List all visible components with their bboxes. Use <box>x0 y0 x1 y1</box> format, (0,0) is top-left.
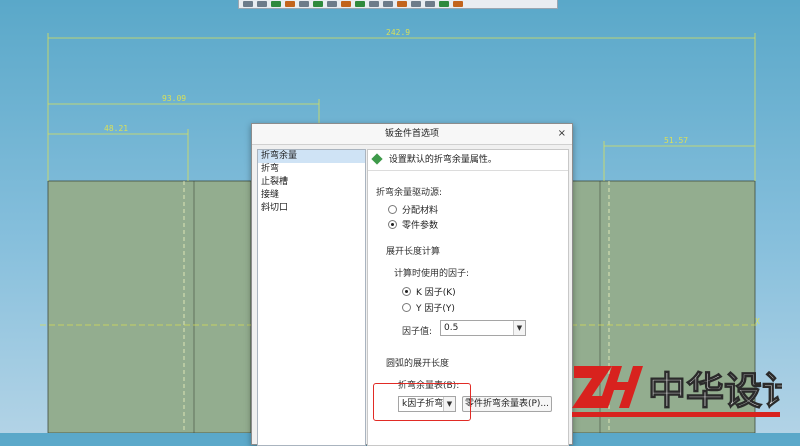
radio-label: K 因子(K) <box>416 288 456 298</box>
factor-value-label: 因子值: <box>402 327 433 337</box>
panel-header-text: 设置默认的折弯余量属性。 <box>388 155 497 165</box>
radio-label: 零件参数 <box>402 221 439 231</box>
bend-table-combo[interactable]: k因子折弯余量 ▼ <box>398 396 456 412</box>
factor-value-combo[interactable]: 0.5 ▼ <box>440 320 526 336</box>
close-icon[interactable]: × <box>558 124 566 144</box>
radio-assign-material[interactable]: 分配材料 <box>388 203 438 216</box>
radio-label: 分配材料 <box>402 206 439 216</box>
radio-button[interactable] <box>388 205 397 214</box>
chevron-down-icon[interactable]: ▼ <box>513 321 525 335</box>
nav-item-bend[interactable]: 折弯 <box>258 163 365 176</box>
logo-text: 中华设计 <box>648 369 782 413</box>
nav-item-miter-cut[interactable]: 斜切口 <box>258 202 365 215</box>
radio-y-factor[interactable]: Y 因子(Y) <box>402 301 455 314</box>
dim-mid-text[interactable]: 93.09 <box>162 94 186 103</box>
zhonghua-design-logo: 中华设计 <box>572 366 782 417</box>
dialog-title-bar[interactable]: 钣金件首选项 × <box>252 124 572 145</box>
axis-label: X <box>755 317 760 326</box>
radio-button[interactable] <box>402 303 411 312</box>
nav-item-seam[interactable]: 接缝 <box>258 189 365 202</box>
sheetmetal-icon <box>371 153 383 165</box>
dim-short-text[interactable]: 48.21 <box>104 124 128 133</box>
factor-value: 0.5 <box>444 323 459 333</box>
panel-header: 设置默认的折弯余量属性。 <box>368 150 568 171</box>
sheetmetal-preferences-dialog[interactable]: 钣金件首选项 × 折弯余量 折弯 止裂槽 接缝 斜切口 设置默认的折弯余量属性。… <box>251 123 573 446</box>
radio-button-selected[interactable] <box>402 287 411 296</box>
settings-panel: 设置默认的折弯余量属性。 折弯余量驱动源: 分配材料 零件参数 展开长度计算 计… <box>367 149 569 446</box>
developed-length-title: 展开长度计算 <box>386 247 441 257</box>
nav-item-relief[interactable]: 止裂槽 <box>258 176 365 189</box>
radio-k-factor[interactable]: K 因子(K) <box>402 285 456 298</box>
chevron-down-icon[interactable]: ▼ <box>443 397 455 411</box>
part-bend-table-button[interactable]: 零件折弯余量表(P)... <box>462 396 552 412</box>
nav-item-bend-allowance[interactable]: 折弯余量 <box>258 150 365 163</box>
sheet-metal-part-left <box>47 180 252 433</box>
dim-total-text[interactable]: 242.9 <box>386 28 410 37</box>
bend-table-label: 折弯余量表(B): <box>398 381 460 391</box>
driver-section-title: 折弯余量驱动源: <box>376 188 443 198</box>
radio-button-selected[interactable] <box>388 220 397 229</box>
arc-length-title: 圆弧的展开长度 <box>386 359 450 369</box>
radio-label: Y 因子(Y) <box>416 304 455 314</box>
dim-right-text[interactable]: 51.57 <box>664 136 688 145</box>
factor-section-title: 计算时使用的因子: <box>394 269 470 279</box>
category-list[interactable]: 折弯余量 折弯 止裂槽 接缝 斜切口 <box>257 149 366 446</box>
dialog-title: 钣金件首选项 <box>384 129 439 139</box>
radio-part-parameters[interactable]: 零件参数 <box>388 218 438 231</box>
logo-underline <box>572 412 780 417</box>
